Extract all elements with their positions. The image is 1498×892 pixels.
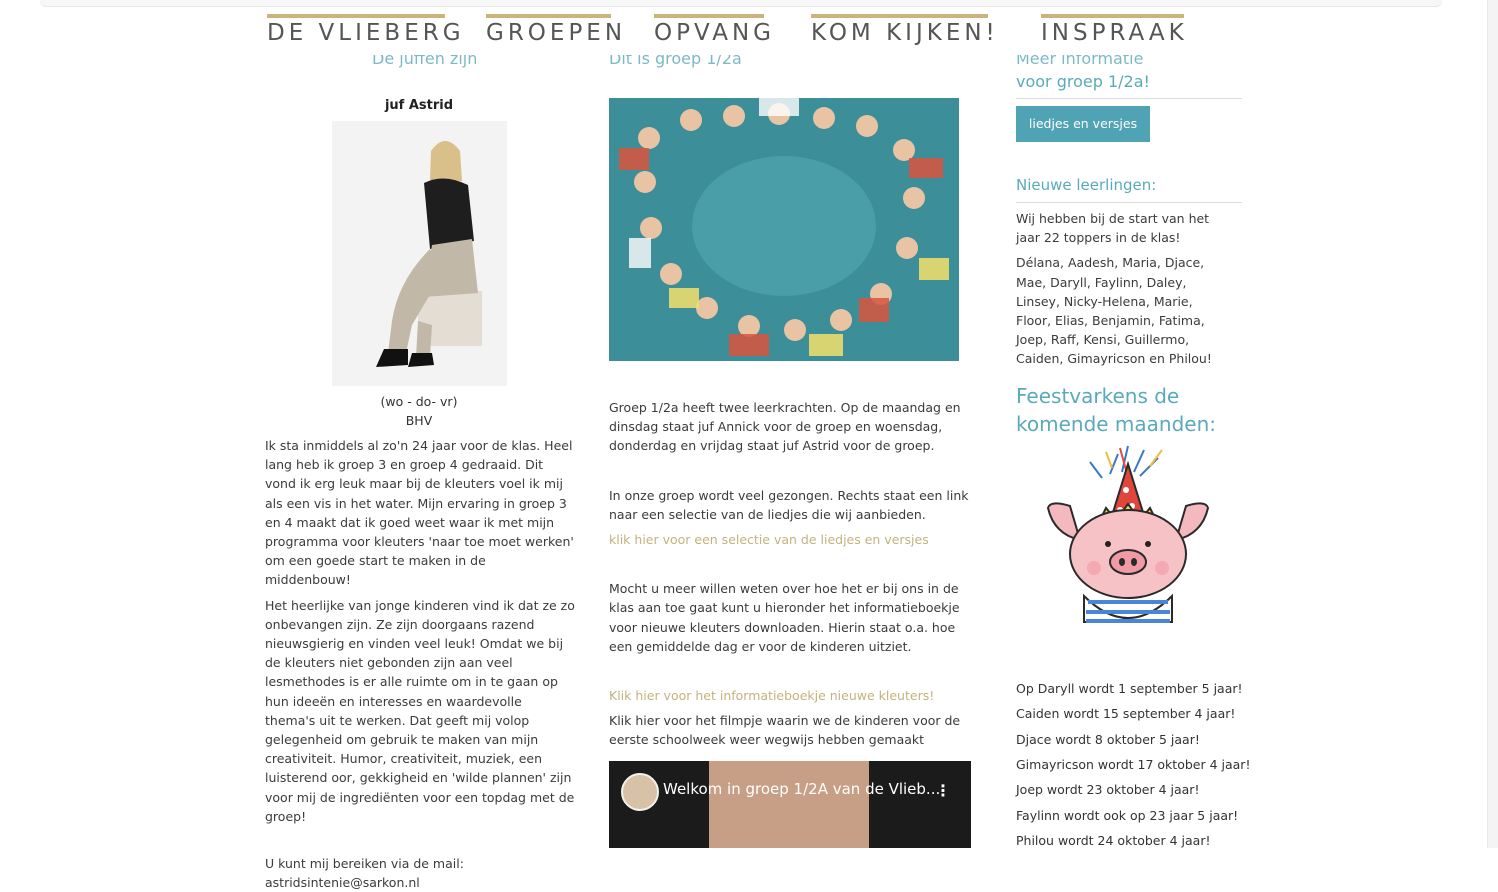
songs-link[interactable]: klik hier voor een selectie van de liedj… [609, 530, 979, 549]
channel-avatar[interactable] [621, 773, 659, 811]
infobooklet-link[interactable]: Klik hier voor het informatieboekje nieu… [609, 686, 979, 705]
new-pupils-text: Wij hebben bij de start van het jaar 22 … [1016, 209, 1231, 375]
teacher-bio: Ik sta inmiddels al zo'n 24 jaar voor de… [265, 436, 575, 892]
nav-accent-bar [486, 14, 611, 18]
teacher-photo [332, 121, 507, 386]
teacher-days-role: (wo - do- vr) BHV [265, 392, 573, 430]
new-pupils-names: Délana, Aadesh, Maria, Djace, Mae, Daryl… [1016, 255, 1212, 367]
bio-paragraph: Het heerlijke van jonge kinderen vind ik… [265, 597, 575, 824]
songs-button[interactable]: liedjes en versjes [1016, 106, 1150, 142]
video-intro: Klik hier voor het filmpje waarin we de … [609, 713, 961, 748]
contact-line: U kunt mij bereiken via de mail: [265, 856, 464, 872]
video-thumbnail [709, 761, 869, 848]
section-heading-cut: De juffen zijn [372, 55, 478, 68]
nav-de-vlieberg[interactable]: DE VLIEBERG [267, 14, 461, 50]
nav-accent-bar [267, 14, 445, 18]
birthday-item: Djace wordt 8 oktober 5 jaar! [1016, 732, 1200, 747]
teacher-name: juf Astrid [384, 98, 454, 113]
group-paragraph: In onze groep wordt veel gezongen. Recht… [609, 487, 969, 522]
birthday-item: Op Daryll wordt 1 september 5 jaar! [1016, 681, 1243, 696]
group-photo [609, 98, 959, 361]
scrollbar[interactable] [1487, 0, 1498, 848]
nav-label[interactable]: KOM KIJKEN! [811, 20, 999, 46]
email-address[interactable]: astridsintenie@sarkon.nl [265, 873, 575, 892]
divider [1016, 202, 1242, 203]
nav-label[interactable]: GROEPEN [486, 20, 626, 46]
nav-kom-kijken[interactable]: KOM KIJKEN! [811, 14, 995, 50]
teacher-days: (wo - do- vr) [380, 394, 458, 409]
nav-label[interactable]: INSPRAAK [1041, 20, 1188, 46]
party-pig-illustration [1040, 444, 1220, 634]
nav-opvang[interactable]: OPVANG [654, 14, 771, 50]
video-player[interactable]: Welkom in groep 1/2A van de Vlieb... ⋮ [609, 761, 971, 848]
more-options-icon[interactable]: ⋮ [935, 781, 951, 800]
nav-accent-bar [1041, 14, 1184, 18]
section-heading-cut: Dit is groep 1/2a [609, 55, 742, 68]
nav-groepen[interactable]: GROEPEN [486, 14, 622, 50]
birthdays-heading: Feestvarkens de komende maanden: [1016, 384, 1217, 436]
nav-label[interactable]: DE VLIEBERG [267, 20, 465, 46]
main-nav: DE VLIEBERG GROEPEN OPVANG KOM KIJKEN! I… [0, 0, 1498, 55]
info-heading-tail: voor groep 1/2a! [1016, 72, 1150, 91]
teacher-role: BHV [405, 413, 433, 428]
group-paragraph: Groep 1/2a heeft twee leerkrachten. Op d… [609, 400, 961, 454]
bio-paragraph: Ik sta inmiddels al zo'n 24 jaar voor de… [265, 438, 574, 588]
group-paragraph: Mocht u meer willen weten over hoe het e… [609, 581, 960, 654]
video-title[interactable]: Welkom in groep 1/2A van de Vlieb... [663, 780, 940, 798]
nav-label[interactable]: OPVANG [654, 20, 775, 46]
new-pupils-intro: Wij hebben bij de start van het jaar 22 … [1016, 211, 1210, 246]
divider [1016, 98, 1242, 99]
nav-accent-bar [811, 14, 988, 18]
birthday-item: Philou wordt 24 oktober 4 jaar! [1016, 833, 1211, 848]
birthday-item: Caiden wordt 15 september 4 jaar! [1016, 706, 1236, 721]
group-info: Groep 1/2a heeft twee leerkrachten. Op d… [609, 398, 979, 756]
birthday-item: Faylinn wordt ook op 23 jaar 5 jaar! [1016, 808, 1239, 823]
birthday-item: Gimayricson wordt 17 oktober 4 jaar! [1016, 757, 1251, 772]
nav-accent-bar [654, 14, 764, 18]
birthday-item: Joep wordt 23 oktober 4 jaar! [1016, 782, 1200, 797]
new-pupils-heading: Nieuwe leerlingen: [1016, 176, 1157, 194]
nav-inspraak[interactable]: INSPRAAK [1041, 14, 1184, 50]
section-heading-cut: Meer informatie [1016, 55, 1144, 68]
